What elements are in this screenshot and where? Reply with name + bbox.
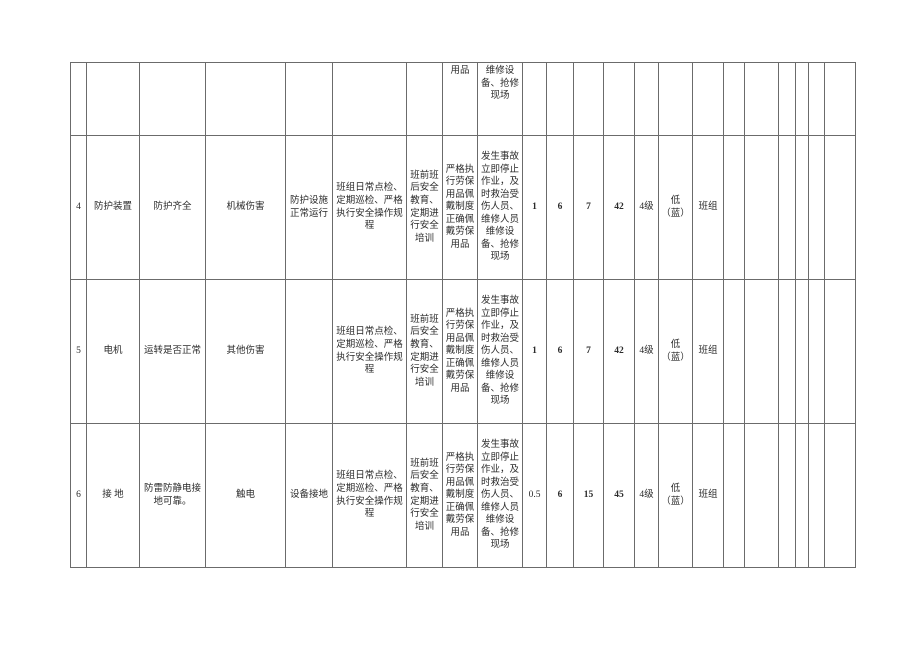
cell-C: 7 (573, 135, 604, 280)
cell-C (573, 62, 604, 136)
cell-color: 低（蓝） (658, 279, 693, 424)
cell-no (70, 62, 87, 136)
cell-blank6 (824, 279, 856, 424)
cell-L: 1 (522, 135, 547, 280)
cell-level_unit: 班组 (692, 135, 724, 280)
cell-E: 6 (546, 423, 574, 568)
cell-hazard: 机械伤害 (205, 135, 286, 280)
table-row: 用品 维修设备、抢修现场 (70, 62, 856, 136)
cell-standard (139, 62, 206, 136)
cell-hazard (205, 62, 286, 136)
cell-color: 低（蓝） (658, 135, 693, 280)
cell-C: 7 (573, 279, 604, 424)
cell-grade (634, 62, 659, 136)
cell-mgmt_measure: 班组日常点检、定期巡检、严格执行安全操作规程 (332, 279, 407, 424)
cell-D: 42 (603, 279, 635, 424)
cell-item: 电机 (86, 279, 140, 424)
cell-level_unit (692, 62, 724, 136)
cell-blank3 (778, 423, 796, 568)
cell-no: 6 (70, 423, 87, 568)
cell-training (406, 62, 443, 136)
cell-no: 5 (70, 279, 87, 424)
cell-hazard: 其他伤害 (205, 279, 286, 424)
cell-D: 45 (603, 423, 635, 568)
cell-blank5 (808, 135, 825, 280)
cell-training: 班前班后安全教育、定期进行安全培训 (406, 135, 443, 280)
cell-blank6 (824, 135, 856, 280)
cell-emergency: 维修设备、抢修现场 (477, 62, 523, 136)
cell-emergency: 发生事故立即停止作业，及时救治受伤人员、维修人员维修设备、抢修现场 (477, 423, 523, 568)
cell-standard: 防雷防静电接地可靠。 (139, 423, 206, 568)
cell-grade: 4级 (634, 135, 659, 280)
cell-emergency: 发生事故立即停止作业，及时救治受伤人员、维修人员维修设备、抢修现场 (477, 135, 523, 280)
cell-current_state (285, 279, 333, 424)
cell-E: 6 (546, 135, 574, 280)
cell-blank2 (744, 279, 779, 424)
cell-blank3 (778, 135, 796, 280)
cell-ppe: 用品 (442, 62, 478, 136)
cell-mgmt_measure (332, 62, 407, 136)
cell-blank5 (808, 423, 825, 568)
cell-L: 1 (522, 279, 547, 424)
cell-color (658, 62, 693, 136)
cell-blank1 (723, 62, 745, 136)
cell-blank5 (808, 62, 825, 136)
cell-item: 接 地 (86, 423, 140, 568)
cell-blank4 (795, 135, 809, 280)
cell-C: 15 (573, 423, 604, 568)
cell-grade: 4级 (634, 279, 659, 424)
cell-blank6 (824, 423, 856, 568)
table-row: 4 防护装置 防护齐全 机械伤害 防护设施正常运行 班组日常点检、定期巡检、严格执行安全操… (70, 135, 856, 280)
cell-grade: 4级 (634, 423, 659, 568)
cell-level_unit: 班组 (692, 279, 724, 424)
cell-standard: 防护齐全 (139, 135, 206, 280)
table-row: 6接 地防雷防静电接地可靠。 触电 设备接地 班组日常点检、定期巡检、严格执行安全操作… (70, 423, 856, 568)
cell-standard: 运转是否正常 (139, 279, 206, 424)
cell-blank2 (744, 423, 779, 568)
cell-blank4 (795, 62, 809, 136)
cell-blank5 (808, 279, 825, 424)
cell-emergency: 发生事故立即停止作业，及时救治受伤人员、维修人员维修设备、抢修现场 (477, 279, 523, 424)
cell-ppe: 严格执行劳保用品佩戴制度正确佩戴劳保用品 (442, 279, 478, 424)
cell-color: 低（蓝） (658, 423, 693, 568)
cell-current_state: 防护设施正常运行 (285, 135, 333, 280)
cell-blank3 (778, 62, 796, 136)
cell-L (522, 62, 547, 136)
cell-current_state: 设备接地 (285, 423, 333, 568)
cell-mgmt_measure: 班组日常点检、定期巡检、严格执行安全操作规程 (332, 423, 407, 568)
document-page: 用品 维修设备、抢修现场 4 防护装置 防护齐全 机械伤害 防护设施正常运行 班组日常点检、定… (0, 0, 920, 651)
cell-D: 42 (603, 135, 635, 280)
cell-E (546, 62, 574, 136)
cell-blank6 (824, 62, 856, 136)
cell-E: 6 (546, 279, 574, 424)
cell-blank1 (723, 423, 745, 568)
cell-training: 班前班后安全教育、定期进行安全培训 (406, 423, 443, 568)
cell-D (603, 62, 635, 136)
cell-ppe: 严格执行劳保用品佩戴制度正确佩戴劳保用品 (442, 135, 478, 280)
cell-current_state (285, 62, 333, 136)
cell-hazard: 触电 (205, 423, 286, 568)
cell-blank1 (723, 279, 745, 424)
cell-mgmt_measure: 班组日常点检、定期巡检、严格执行安全操作规程 (332, 135, 407, 280)
cell-blank3 (778, 279, 796, 424)
cell-blank2 (744, 135, 779, 280)
cell-item: 防护装置 (86, 135, 140, 280)
cell-L: 0.5 (522, 423, 547, 568)
cell-ppe: 严格执行劳保用品佩戴制度正确佩戴劳保用品 (442, 423, 478, 568)
cell-blank4 (795, 423, 809, 568)
cell-level_unit: 班组 (692, 423, 724, 568)
cell-item (86, 62, 140, 136)
cell-blank2 (744, 62, 779, 136)
table-row: 5 电机 运转是否正常 其他伤害 班组日常点检、定期巡检、严格执行安全操作规程 班前班后安… (70, 279, 856, 424)
cell-no: 4 (70, 135, 87, 280)
cell-training: 班前班后安全教育、定期进行安全培训 (406, 279, 443, 424)
risk-table-body: 用品 维修设备、抢修现场 4 防护装置 防护齐全 机械伤害 防护设施正常运行 班组日常点检、定… (70, 62, 856, 568)
cell-blank4 (795, 279, 809, 424)
cell-blank1 (723, 135, 745, 280)
risk-assessment-table: 用品 维修设备、抢修现场 4 防护装置 防护齐全 机械伤害 防护设施正常运行 班组日常点检、定… (70, 62, 856, 568)
